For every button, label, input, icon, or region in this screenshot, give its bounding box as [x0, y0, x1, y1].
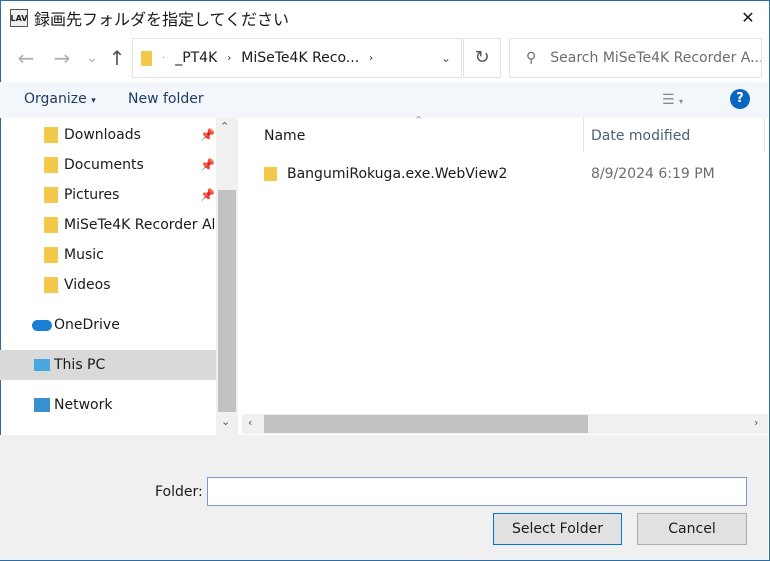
- pin-icon[interactable]: 📌: [200, 128, 215, 142]
- scroll-left-arrow[interactable]: ‹: [248, 416, 252, 429]
- column-header-name[interactable]: Name: [264, 128, 305, 144]
- search-input[interactable]: ⚲ Search MiSeTe4K Recorder A...: [509, 38, 762, 78]
- network-icon: [34, 398, 50, 412]
- sidebar-item-videos[interactable]: Videos: [0, 270, 216, 300]
- sidebar-item-label: Music: [64, 247, 104, 263]
- file-date: 8/9/2024 6:19 PM: [591, 166, 715, 182]
- sidebar-item-pictures[interactable]: Pictures 📌: [0, 180, 216, 210]
- scroll-right-arrow[interactable]: ›: [754, 416, 758, 429]
- folder-icon: [44, 217, 58, 233]
- documents-folder-icon: [44, 157, 58, 173]
- folder-icon: [141, 50, 152, 66]
- address-dropdown-icon[interactable]: ⌄: [441, 51, 451, 65]
- help-button[interactable]: ?: [730, 89, 750, 109]
- scroll-up-arrow[interactable]: ⌃: [220, 120, 229, 133]
- sidebar-item-network[interactable]: Network: [0, 390, 216, 420]
- music-folder-icon: [44, 247, 58, 263]
- scroll-down-arrow[interactable]: ⌄: [221, 415, 230, 428]
- folder-input[interactable]: [207, 477, 747, 506]
- sort-ascending-icon: ⌃: [414, 114, 424, 127]
- new-folder-button[interactable]: New folder: [128, 91, 204, 107]
- sidebar-item-label: Documents: [64, 157, 144, 173]
- search-placeholder: Search MiSeTe4K Recorder A...: [550, 50, 762, 66]
- sidebar-item-label: Videos: [64, 277, 111, 293]
- sidebar-item-label: Downloads: [64, 127, 141, 143]
- address-bar[interactable]: · _PT4K › MiSeTe4K Reco... › ⌄: [132, 38, 462, 78]
- chevron-right-icon[interactable]: ›: [369, 53, 373, 64]
- cancel-button[interactable]: Cancel: [637, 513, 747, 545]
- sidebar-item-label: This PC: [54, 357, 106, 373]
- select-folder-button[interactable]: Select Folder: [493, 513, 622, 545]
- file-row[interactable]: BangumiRokuga.exe.WebView2: [264, 160, 507, 188]
- column-divider[interactable]: [583, 118, 584, 152]
- navigation-pane: Downloads 📌 Documents 📌 Pictures 📌 MiSeTe4K…: [0, 118, 216, 435]
- sidebar-item-downloads[interactable]: Downloads 📌: [0, 120, 216, 150]
- recent-locations-button[interactable]: ⌄: [80, 44, 104, 72]
- file-name: BangumiRokuga.exe.WebView2: [287, 166, 508, 182]
- app-logo-icon: LAV: [10, 9, 28, 27]
- column-divider[interactable]: [764, 118, 765, 152]
- sidebar-item-label: MiSeTe4K Recorder Alp: [64, 217, 216, 233]
- sidebar-item-misete4k[interactable]: MiSeTe4K Recorder Alp: [0, 210, 216, 240]
- pin-icon[interactable]: 📌: [200, 188, 215, 202]
- sidebar-item-this-pc[interactable]: This PC: [0, 350, 216, 380]
- title-bar: LAV 録画先フォルダを指定してください: [10, 6, 289, 30]
- close-button[interactable]: ✕: [736, 6, 760, 30]
- back-button[interactable]: ←: [14, 44, 38, 72]
- sidebar-item-label: Pictures: [64, 187, 120, 203]
- computer-icon: [34, 359, 50, 371]
- breadcrumb-item[interactable]: _PT4K: [175, 50, 217, 66]
- downloads-folder-icon: [44, 127, 58, 143]
- organize-label: Organize: [24, 91, 87, 107]
- pin-icon[interactable]: 📌: [200, 158, 215, 172]
- chevron-right-icon[interactable]: ›: [227, 53, 231, 64]
- toolbar: [0, 82, 768, 118]
- refresh-button[interactable]: ↻: [463, 38, 501, 78]
- videos-folder-icon: [44, 277, 58, 293]
- forward-button[interactable]: →: [50, 44, 74, 72]
- organize-button[interactable]: Organize ▾: [24, 91, 96, 107]
- up-button[interactable]: ↑: [105, 44, 129, 72]
- column-header-date-modified[interactable]: Date modified: [591, 128, 690, 144]
- sidebar-item-label: OneDrive: [54, 317, 120, 333]
- pictures-folder-icon: [44, 187, 58, 203]
- horizontal-scroll-thumb[interactable]: [264, 415, 588, 433]
- view-options-icon[interactable]: ☰ ▾: [662, 92, 683, 108]
- window-title: 録画先フォルダを指定してください: [34, 10, 290, 29]
- sidebar-item-label: Network: [54, 397, 113, 413]
- folder-icon: [264, 167, 277, 181]
- onedrive-cloud-icon: [32, 319, 52, 331]
- sidebar-item-documents[interactable]: Documents 📌: [0, 150, 216, 180]
- breadcrumb-overflow[interactable]: ·: [162, 53, 165, 64]
- search-icon: ⚲: [526, 50, 537, 66]
- vertical-scroll-thumb[interactable]: [218, 190, 236, 412]
- sidebar-item-music[interactable]: Music: [0, 240, 216, 270]
- sidebar-item-onedrive[interactable]: OneDrive: [0, 310, 216, 340]
- folder-label: Folder:: [155, 484, 203, 500]
- breadcrumb-item[interactable]: MiSeTe4K Reco...: [241, 50, 359, 66]
